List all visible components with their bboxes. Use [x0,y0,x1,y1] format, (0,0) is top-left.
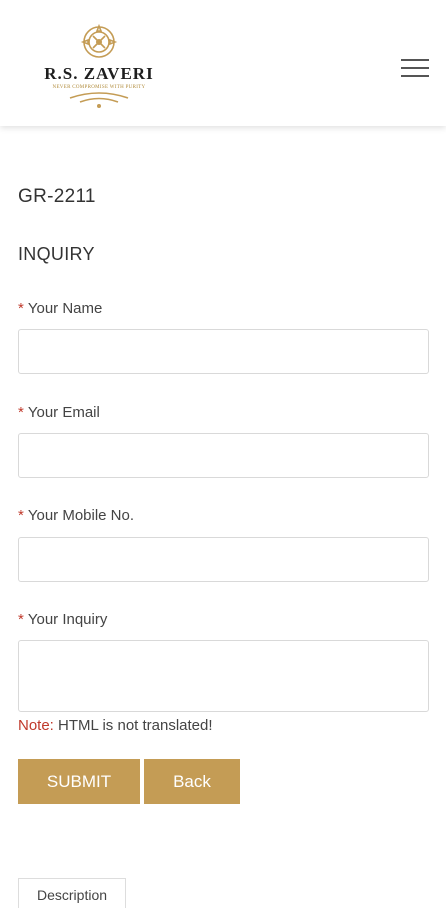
logo-tagline: NEVER COMPROMISE WITH PURITY [52,85,146,90]
required-marker: * [18,300,24,317]
product-code: GR-2211 [18,186,96,207]
mobile-label: * Your Mobile No. [18,507,135,524]
email-label: * Your Email [18,404,100,421]
submit-button[interactable]: SUBMIT [18,759,140,804]
inquiry-title: INQUIRY [18,244,95,264]
inquiry-label: * Your Inquiry [18,611,108,628]
hamburger-menu-icon[interactable] [398,55,432,81]
site-header: R.S. ZAVERI NEVER COMPROMISE WITH PURITY [0,0,446,126]
tab-description[interactable]: Description [18,878,126,908]
logo-name: R.S. ZAVERI [44,64,154,83]
note-text: HTML is not translated! [53,717,213,734]
brand-logo[interactable]: R.S. ZAVERI NEVER COMPROMISE WITH PURITY [40,22,158,112]
note-label: Note: [18,717,54,734]
name-field[interactable] [18,329,429,374]
required-marker: * [18,611,24,628]
back-button[interactable]: Back [144,759,240,804]
inquiry-textarea[interactable] [18,640,429,712]
email-field[interactable] [18,433,429,478]
name-label: * Your Name [18,300,103,317]
required-marker: * [18,507,24,524]
required-marker: * [18,404,24,421]
mobile-field[interactable] [18,537,429,582]
translation-note: Note: HTML is not translated! [18,717,213,734]
